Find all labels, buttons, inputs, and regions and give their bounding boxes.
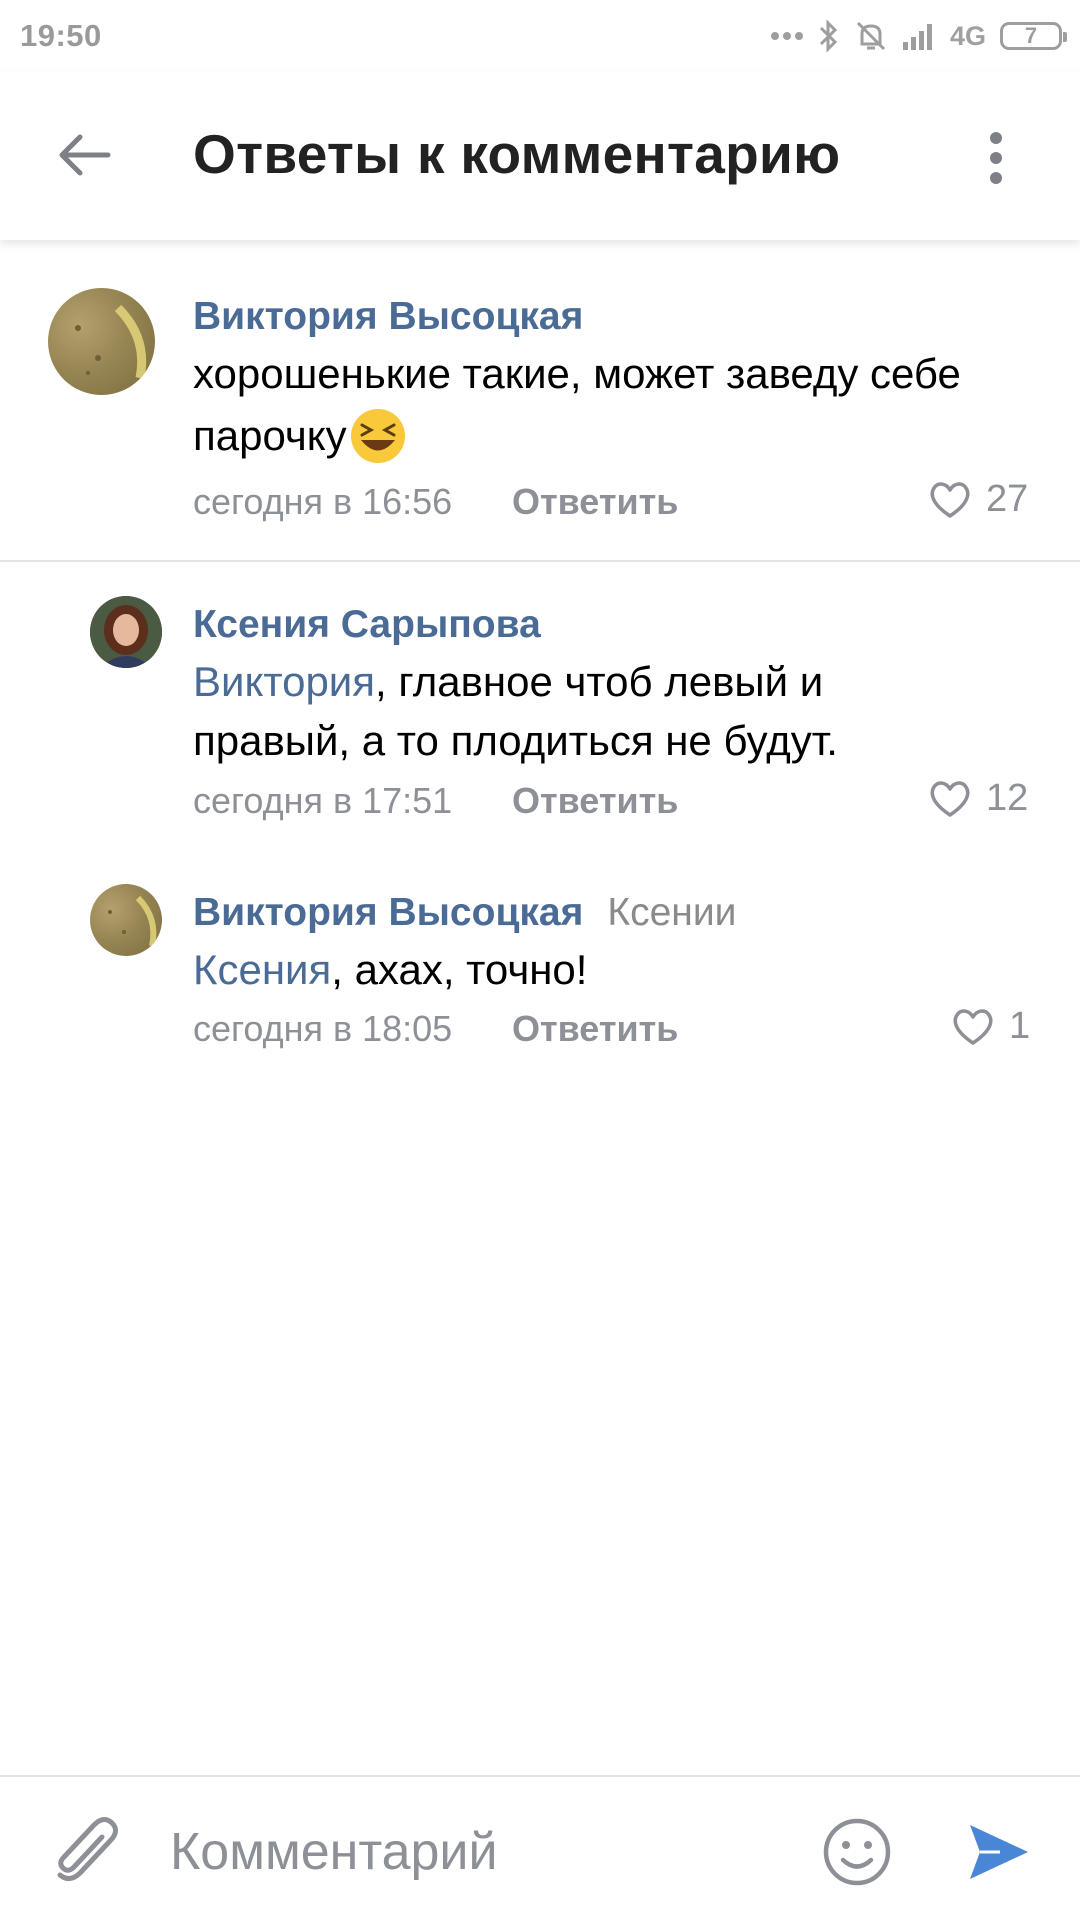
- reply-to-label[interactable]: Ксении: [607, 891, 736, 934]
- divider: [0, 560, 1080, 562]
- comment-text: хорошенькие такие, может заведу себе: [193, 344, 961, 403]
- comment-author[interactable]: Виктория Высоцкая: [193, 295, 583, 339]
- app-header: Ответы к комментарию: [0, 72, 1080, 240]
- comment-time: сегодня в 16:56: [193, 481, 453, 522]
- signal-icon: [902, 24, 932, 50]
- more-vertical-icon: [990, 132, 1002, 184]
- like-count: 27: [986, 478, 1029, 520]
- comment-input[interactable]: [170, 1807, 780, 1897]
- reply-button[interactable]: Ответить: [512, 1008, 678, 1050]
- comment-text-line: , главное чтоб левый и: [375, 658, 824, 705]
- like-button[interactable]: 27: [928, 478, 1028, 521]
- comment-text-line: , ахах, точно!: [331, 946, 588, 993]
- status-bar: 19:50 4G 7: [0, 0, 1080, 72]
- avatar-portrait: [90, 596, 162, 668]
- send-icon: [970, 1825, 1028, 1879]
- laughing-emoji-icon: [350, 408, 405, 463]
- emoji-button[interactable]: [822, 1817, 892, 1887]
- page-title: Ответы к комментарию: [193, 123, 841, 185]
- smiley-icon: [823, 1818, 891, 1886]
- status-time: 19:50: [20, 18, 102, 53]
- avatar-texture: [75, 304, 147, 379]
- comment-text-line: парочку: [193, 412, 347, 459]
- back-button[interactable]: [52, 122, 118, 188]
- avatar[interactable]: [48, 288, 155, 395]
- like-button[interactable]: 12: [928, 777, 1028, 820]
- reply-button[interactable]: Ответить: [512, 481, 678, 523]
- heart-icon: [930, 780, 970, 817]
- comment-time: сегодня в 17:51: [193, 780, 453, 821]
- comment-author: Виктория Высоцкая Ксении: [193, 891, 736, 935]
- bluetooth-icon: [819, 19, 838, 53]
- comment-time: сегодня в 18:05: [193, 1008, 453, 1049]
- status-icons: 4G 7: [770, 16, 1067, 56]
- battery-icon: 7: [1000, 22, 1067, 50]
- comment-text: Ксения, ахах, точно!: [193, 940, 587, 999]
- attach-button[interactable]: [50, 1815, 120, 1889]
- network-type: 4G: [949, 20, 986, 51]
- like-button[interactable]: 1: [951, 1005, 1030, 1048]
- paperclip-icon: [57, 1817, 118, 1881]
- mention-link[interactable]: Виктория: [193, 658, 375, 705]
- comment-composer: [0, 1775, 1080, 1920]
- avatar[interactable]: [90, 884, 162, 956]
- avatar[interactable]: [90, 596, 162, 668]
- heart-icon: [953, 1008, 993, 1045]
- send-button[interactable]: [966, 1819, 1032, 1885]
- comment-text-2: правый, а то плодиться не будут.: [193, 711, 838, 770]
- comment-author[interactable]: Ксения Сарыпова: [193, 603, 541, 647]
- like-count: 1: [1009, 1005, 1031, 1047]
- mention-link[interactable]: Ксения: [193, 946, 331, 993]
- comment-text-2: парочку: [193, 406, 407, 465]
- heart-icon: [930, 481, 970, 518]
- mute-icon: [856, 21, 886, 51]
- comment-text-line: хорошенькие такие, может заведу себе: [193, 350, 961, 397]
- back-arrow-icon: [59, 134, 111, 176]
- dots-icon: [770, 32, 803, 40]
- author-link[interactable]: Виктория Высоцкая: [193, 891, 583, 934]
- reply-button[interactable]: Ответить: [512, 780, 678, 822]
- battery-level: 7: [1024, 23, 1038, 48]
- comment-text: Виктория, главное чтоб левый и: [193, 652, 823, 711]
- like-count: 12: [986, 777, 1029, 819]
- more-options-button[interactable]: [976, 128, 1016, 188]
- avatar-texture: [108, 895, 157, 947]
- comment-text-line: правый, а то плодиться не будут.: [193, 717, 838, 764]
